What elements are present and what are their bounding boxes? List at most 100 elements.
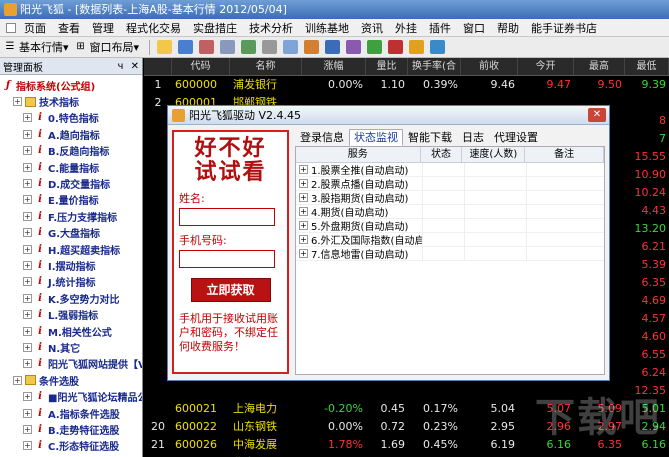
tree-item[interactable]: + i A.趋向指标	[0, 126, 142, 142]
service-row[interactable]: +3.股指期货(自动启动)	[296, 190, 604, 205]
tree-item[interactable]: + i C.形态特征选股	[0, 438, 142, 454]
menu-item[interactable]: 查看	[52, 20, 86, 36]
service-row[interactable]: +5.外盘期货(自动启动)	[296, 218, 604, 233]
menu-item[interactable]: 页面	[18, 20, 52, 36]
expand-icon[interactable]: +	[13, 375, 22, 385]
pin-icon[interactable]	[304, 40, 320, 54]
tree-item[interactable]: + i K.多空势力对比	[0, 290, 142, 306]
tree-item[interactable]: + i B.走势特征选股	[0, 421, 142, 437]
name-input[interactable]	[179, 208, 275, 226]
basic-quote-button[interactable]: ☰ 基本行情 ▾	[4, 39, 69, 55]
windows-icon[interactable]	[325, 40, 341, 54]
column-header[interactable]: 最低	[625, 58, 669, 75]
tree-item[interactable]: + i L.强弱指标	[0, 306, 142, 322]
column-header[interactable]: 涨幅	[302, 58, 366, 75]
service-row[interactable]: +6.外汇及国际指数(自动启	[296, 232, 604, 247]
expand-icon[interactable]: +	[299, 235, 308, 244]
tree-item[interactable]: + i A.指标条件选股	[0, 405, 142, 421]
menu-item[interactable]: 能手证券书店	[525, 20, 603, 36]
expand-icon[interactable]: +	[23, 293, 32, 303]
expand-icon[interactable]: +	[23, 441, 32, 451]
chart-icon[interactable]	[178, 40, 194, 54]
phone-input[interactable]	[179, 250, 275, 268]
tree-item[interactable]: + i F.压力支撑指标	[0, 208, 142, 224]
tree-item[interactable]: + i M.相关性公式	[0, 323, 142, 339]
expand-icon[interactable]: +	[23, 129, 32, 139]
column-header[interactable]: 前收	[461, 58, 518, 75]
money-icon[interactable]	[409, 40, 425, 54]
service-row[interactable]: +7.信息地雷(自动启动)	[296, 246, 604, 261]
kline-icon[interactable]	[199, 40, 215, 54]
menu-item[interactable]: 管理	[86, 20, 120, 36]
dialog-tab[interactable]: 登录信息	[295, 129, 349, 146]
expand-icon[interactable]: +	[23, 244, 32, 254]
tree-item[interactable]: + i E.量价指标	[0, 192, 142, 208]
check-icon[interactable]	[367, 40, 383, 54]
column-header[interactable]: 代码	[172, 58, 230, 75]
close-icon[interactable]: ✕	[588, 108, 606, 122]
tree-item[interactable]: + i N.其它	[0, 339, 142, 355]
expand-icon[interactable]: +	[13, 97, 22, 107]
service-column-header[interactable]: 速度(人数)	[462, 147, 526, 162]
menu-item[interactable]: 训练基地	[299, 20, 355, 36]
column-header[interactable]: 今开	[518, 58, 574, 75]
expand-icon[interactable]: +	[23, 228, 32, 238]
expand-icon[interactable]: +	[23, 326, 32, 336]
tree-item[interactable]: + 技术指标	[0, 93, 142, 109]
tree-item[interactable]: + i I.摆动指标	[0, 257, 142, 273]
expand-icon[interactable]: +	[23, 392, 32, 402]
crosshair-icon[interactable]	[220, 40, 236, 54]
window-layout-button[interactable]: ⊞ 窗口布局 ▾	[75, 39, 139, 55]
draw-tool-icon[interactable]	[262, 40, 278, 54]
tree-item[interactable]: + i C.能量指标	[0, 159, 142, 175]
expand-icon[interactable]: +	[23, 146, 32, 156]
get-now-button[interactable]: 立即获取	[190, 278, 271, 302]
service-row[interactable]: +4.期货(自动启动)	[296, 204, 604, 219]
menu-item[interactable]: 程式化交易	[120, 20, 187, 36]
menu-item[interactable]: 外挂	[389, 20, 423, 36]
tree-item[interactable]: + i G.大盘指标	[0, 225, 142, 241]
service-row[interactable]: +2.股票点播(自动启动)	[296, 176, 604, 191]
service-row[interactable]: +1.股票全推(自动启动)	[296, 162, 604, 177]
column-header[interactable]: 量比	[366, 58, 408, 75]
menu-item[interactable]: 技术分析	[243, 20, 299, 36]
expand-icon[interactable]: +	[299, 221, 308, 230]
menu-item[interactable]: 资讯	[355, 20, 389, 36]
expand-icon[interactable]: +	[23, 162, 32, 172]
close-icon[interactable]: ✕	[131, 61, 139, 72]
expand-icon[interactable]: +	[23, 195, 32, 205]
expand-icon[interactable]: +	[299, 179, 308, 188]
expand-icon[interactable]: +	[23, 342, 32, 352]
expand-icon[interactable]: +	[299, 249, 308, 258]
expand-icon[interactable]: +	[23, 211, 32, 221]
service-column-header[interactable]: 状态	[421, 147, 463, 162]
column-header[interactable]: 最高	[574, 58, 625, 75]
table-row[interactable]: 1 600000 浦发银行 0.00% 1.10 0.39% 9.46 9.47 9.50 9.3…	[144, 76, 669, 94]
expand-icon[interactable]: +	[23, 260, 32, 270]
tree-item[interactable]: + i J.统计指标	[0, 274, 142, 290]
menu-item[interactable]: 实盘措庄	[187, 20, 243, 36]
grid-icon[interactable]	[241, 40, 257, 54]
pin-icon[interactable]: ч	[118, 61, 124, 72]
expand-icon[interactable]: +	[299, 193, 308, 202]
dialog-tab[interactable]: 日志	[457, 129, 489, 146]
tree-item[interactable]: + i 阳光飞狐网站提供【V	[0, 356, 142, 372]
service-column-header[interactable]: 服务	[296, 147, 421, 162]
expand-icon[interactable]: +	[23, 277, 32, 287]
tree-item[interactable]: + i D.成交量指标	[0, 175, 142, 191]
menu-item[interactable]: 插件	[423, 20, 457, 36]
help-icon[interactable]	[430, 40, 446, 54]
expand-icon[interactable]: +	[23, 408, 32, 418]
tree-item[interactable]: ƒ 指标系统(公式组)	[0, 77, 142, 93]
tree-item[interactable]: + i ■阳光飞狐论坛精品公	[0, 388, 142, 404]
column-header[interactable]: 名称	[230, 58, 302, 75]
tree-item[interactable]: + 条件选股	[0, 372, 142, 388]
zoom-icon[interactable]	[283, 40, 299, 54]
tree-item[interactable]: + i B.反趋向指标	[0, 143, 142, 159]
expand-icon[interactable]: +	[299, 165, 308, 174]
expand-icon[interactable]: +	[23, 310, 32, 320]
expand-icon[interactable]: +	[23, 359, 32, 369]
expand-icon[interactable]: +	[23, 179, 32, 189]
expand-icon[interactable]: +	[23, 424, 32, 434]
column-header[interactable]	[144, 58, 172, 75]
